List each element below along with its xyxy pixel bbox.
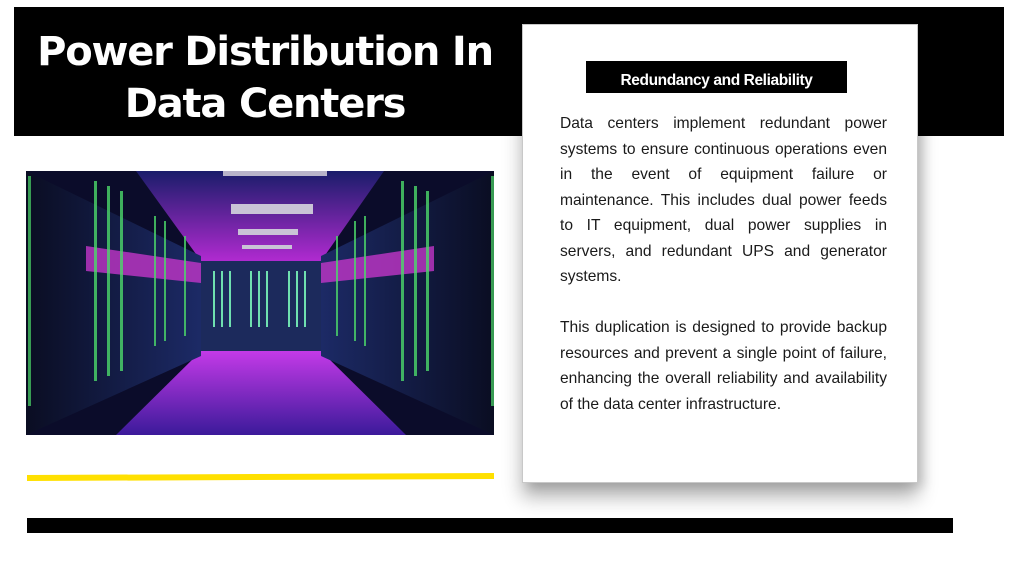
slide-title-line-1: Power Distribution In xyxy=(37,29,494,75)
card-paragraph-2: This duplication is designed to provide … xyxy=(560,319,887,413)
ceiling-light xyxy=(242,245,292,249)
slide-title-line-2: Data Centers xyxy=(124,81,407,127)
bottom-bar xyxy=(27,518,953,533)
ceiling-light xyxy=(238,229,298,235)
slide-title: Power Distribution In Data Centers xyxy=(30,26,500,130)
server-room-illustration xyxy=(26,171,494,435)
accent-line xyxy=(26,472,495,481)
server-room-photo xyxy=(26,171,494,435)
card-heading: Redundancy and Reliability xyxy=(586,61,847,93)
ceiling-light xyxy=(223,171,327,176)
card-body: Data centers implement redundant power s… xyxy=(560,111,887,443)
back-racks xyxy=(201,261,321,351)
card-paragraph-1: Data centers implement redundant power s… xyxy=(560,115,887,285)
ceiling-light xyxy=(231,204,313,214)
content-card: Redundancy and Reliability Data centers … xyxy=(522,24,918,483)
